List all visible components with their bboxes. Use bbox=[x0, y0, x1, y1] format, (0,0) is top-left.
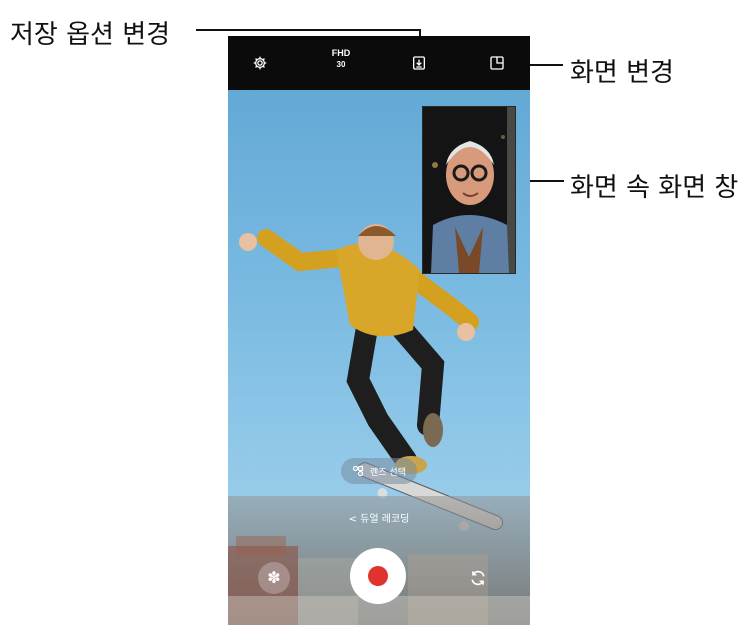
effects-button[interactable]: ✽ bbox=[258, 562, 290, 594]
record-button[interactable] bbox=[350, 548, 406, 604]
camera-viewfinder[interactable]: 렌즈 선택 < 듀얼 레코딩 ✽ bbox=[228, 90, 530, 625]
download-icon[interactable] bbox=[406, 50, 432, 76]
record-dot bbox=[368, 566, 388, 586]
camera-top-bar: FHD 30 bbox=[228, 36, 530, 90]
pip-person-image bbox=[423, 107, 515, 273]
switch-camera-icon bbox=[471, 570, 485, 586]
phone-screen: FHD 30 렌즈 선택 < 듀얼 레코딩 ✽ bbox=[228, 36, 530, 625]
dual-recording-mode[interactable]: < 듀얼 레코딩 bbox=[228, 510, 530, 525]
lens-select-label: 렌즈 선택 bbox=[370, 467, 406, 478]
lens-icon bbox=[352, 465, 364, 477]
lens-select-button[interactable]: 렌즈 선택 bbox=[341, 458, 417, 484]
save-options-callout: 저장 옵션 변경 bbox=[10, 20, 171, 50]
change-view-callout: 화면 변경 bbox=[570, 58, 674, 88]
gear-icon[interactable] bbox=[247, 50, 273, 76]
flower-icon: ✽ bbox=[267, 568, 281, 587]
save-options-line bbox=[196, 29, 420, 31]
pip-window[interactable] bbox=[422, 106, 516, 274]
camera-bottom-panel: < 듀얼 레코딩 ✽ bbox=[228, 496, 530, 625]
resolution-label: FHD bbox=[331, 48, 351, 58]
layout-icon[interactable] bbox=[484, 50, 510, 76]
switch-camera-button[interactable] bbox=[464, 564, 492, 592]
resolution-button[interactable]: FHD 30 bbox=[326, 48, 356, 70]
fps-label: 30 bbox=[336, 60, 346, 69]
pip-window-callout: 화면 속 화면 창 bbox=[570, 173, 739, 203]
